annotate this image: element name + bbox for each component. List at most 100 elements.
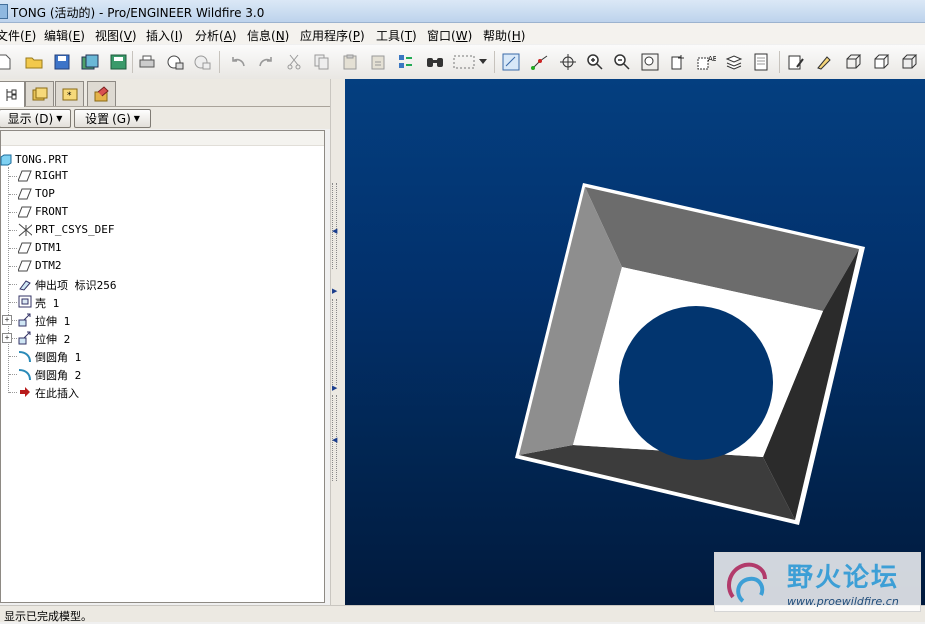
graphics-window[interactable] (345, 79, 925, 605)
collapse-arrow-icon[interactable]: ◀ (332, 436, 337, 444)
email-link-icon[interactable] (192, 52, 212, 72)
hidden-line-icon[interactable] (871, 52, 891, 72)
panel-splitter[interactable]: ◀ ▶ ▶ ◀ (330, 79, 345, 605)
round-icon (18, 349, 32, 362)
forum-logo-icon (727, 562, 767, 603)
collapse-arrow-icon[interactable]: ◀ (332, 227, 337, 235)
cut-icon[interactable] (284, 52, 304, 72)
no-hidden-icon[interactable] (899, 52, 919, 72)
color-icon[interactable] (814, 52, 834, 72)
copy-icon[interactable] (312, 52, 332, 72)
save-copy-icon[interactable] (80, 52, 100, 72)
favorites-tab-icon[interactable]: * (55, 81, 84, 106)
open-folder-icon[interactable] (24, 52, 44, 72)
regenerate-icon[interactable] (396, 52, 416, 72)
layers-icon[interactable] (724, 52, 744, 72)
paste-icon[interactable] (340, 52, 360, 72)
spin-center-icon[interactable] (530, 52, 550, 72)
tree-item-shell[interactable]: 壳 1 (1, 293, 321, 311)
redo-icon[interactable] (256, 52, 276, 72)
new-file-icon[interactable] (0, 52, 14, 72)
menu-window[interactable]: 窗口(W) (427, 27, 472, 44)
tree-item-extrude-2[interactable]: + 拉伸 2 (1, 329, 321, 347)
appearance-icon[interactable] (786, 52, 806, 72)
wireframe-icon[interactable] (843, 52, 863, 72)
shell-icon (18, 295, 32, 308)
navigator-tabs: * (0, 79, 330, 107)
select-dropdown-icon[interactable] (477, 52, 489, 72)
svg-text:*: * (67, 91, 72, 101)
folder-browser-tab-icon[interactable] (25, 81, 54, 106)
datum-plane-icon (18, 259, 32, 272)
tree-item-csys[interactable]: PRT_CSYS_DEF (1, 221, 321, 239)
menu-info[interactable]: 信息(N) (247, 27, 289, 44)
refit-icon[interactable] (640, 52, 660, 72)
orient-icon[interactable] (558, 52, 578, 72)
tree-item-dtm1[interactable]: DTM1 (1, 239, 321, 257)
app-icon (0, 4, 8, 19)
save-backup-icon[interactable] (109, 52, 129, 72)
show-dropdown[interactable]: 显示 (D) ▼ (0, 109, 71, 128)
forum-watermark: 野火论坛 www.proewildfire.cn (714, 552, 921, 612)
insert-here-icon (18, 385, 32, 398)
menu-help[interactable]: 帮助(H) (483, 27, 525, 44)
repaint-icon[interactable] (501, 52, 521, 72)
saved-views-icon[interactable] (668, 52, 688, 72)
svg-text:AB: AB (708, 55, 716, 63)
tree-item-round-2[interactable]: 倒圆角 2 (1, 365, 321, 383)
email-icon[interactable] (165, 52, 185, 72)
menu-applications[interactable]: 应用程序(P) (300, 27, 365, 44)
window-title: TONG (活动的) - Pro/ENGINEER Wildfire 3.0 (11, 6, 265, 20)
model-tree-tab-icon[interactable] (0, 81, 25, 107)
splitter-grip (332, 183, 337, 269)
print-icon[interactable] (137, 52, 157, 72)
select-box-icon[interactable] (451, 52, 477, 72)
tree-item-protrusion[interactable]: 伸出项 标识256 (1, 275, 321, 293)
menu-edit[interactable]: 编辑(E) (44, 27, 85, 44)
status-message: 显示已完成模型。 (4, 610, 92, 623)
expand-arrow-icon[interactable]: ▶ (332, 287, 337, 295)
tree-item-dtm2[interactable]: DTM2 (1, 257, 321, 275)
round-icon (18, 367, 32, 380)
view-manager-icon[interactable] (752, 52, 772, 72)
datum-display-icon[interactable]: AB (696, 52, 716, 72)
splitter-grip (332, 299, 337, 385)
expand-arrow-icon[interactable]: ▶ (332, 384, 337, 392)
menu-file[interactable]: 文件(F) (0, 27, 36, 44)
chevron-down-icon: ▼ (56, 114, 63, 123)
zoom-in-icon[interactable] (585, 52, 605, 72)
menu-view[interactable]: 视图(V) (95, 27, 137, 44)
datum-plane-icon (18, 187, 32, 200)
watermark-title: 野火论坛 (787, 563, 900, 593)
main-toolbar: AB (0, 45, 925, 80)
tree-item-extrude-1[interactable]: + 拉伸 1 (1, 311, 321, 329)
title-bar: TONG (活动的) - Pro/ENGINEER Wildfire 3.0 (0, 0, 925, 23)
part-model (515, 183, 865, 525)
tree-item-right[interactable]: RIGHT (1, 167, 321, 185)
paste-special-icon[interactable] (368, 52, 388, 72)
datum-plane-icon (18, 241, 32, 254)
part-icon (0, 153, 13, 166)
zoom-out-icon[interactable] (612, 52, 632, 72)
chevron-down-icon: ▼ (133, 114, 140, 123)
settings-dropdown[interactable]: 设置 (G) ▼ (74, 109, 151, 128)
find-icon[interactable] (425, 52, 445, 72)
menu-analysis[interactable]: 分析(A) (195, 27, 237, 44)
menu-tools[interactable]: 工具(T) (376, 27, 417, 44)
tree-item-insert-here[interactable]: 在此插入 (1, 383, 321, 401)
save-icon[interactable] (52, 52, 72, 72)
part-hole (619, 306, 773, 460)
model-tree: TONG.PRT RIGHT TOP FRONT PRT_CSYS_DEF DT… (0, 130, 325, 603)
menu-bar: 文件(F) 编辑(E) 视图(V) 插入(I) 分析(A) 信息(N) 应用程序… (0, 23, 925, 44)
connections-tab-icon[interactable] (87, 81, 116, 106)
tree-item-round-1[interactable]: 倒圆角 1 (1, 347, 321, 365)
undo-icon[interactable] (228, 52, 248, 72)
menu-insert[interactable]: 插入(I) (146, 27, 183, 44)
watermark-url: www.proewildfire.cn (787, 595, 899, 608)
tree-header (1, 131, 324, 146)
datum-plane-icon (18, 169, 32, 182)
tree-item-front[interactable]: FRONT (1, 203, 321, 221)
protrusion-icon (18, 277, 32, 291)
datum-plane-icon (18, 205, 32, 218)
tree-item-top[interactable]: TOP (1, 185, 321, 203)
